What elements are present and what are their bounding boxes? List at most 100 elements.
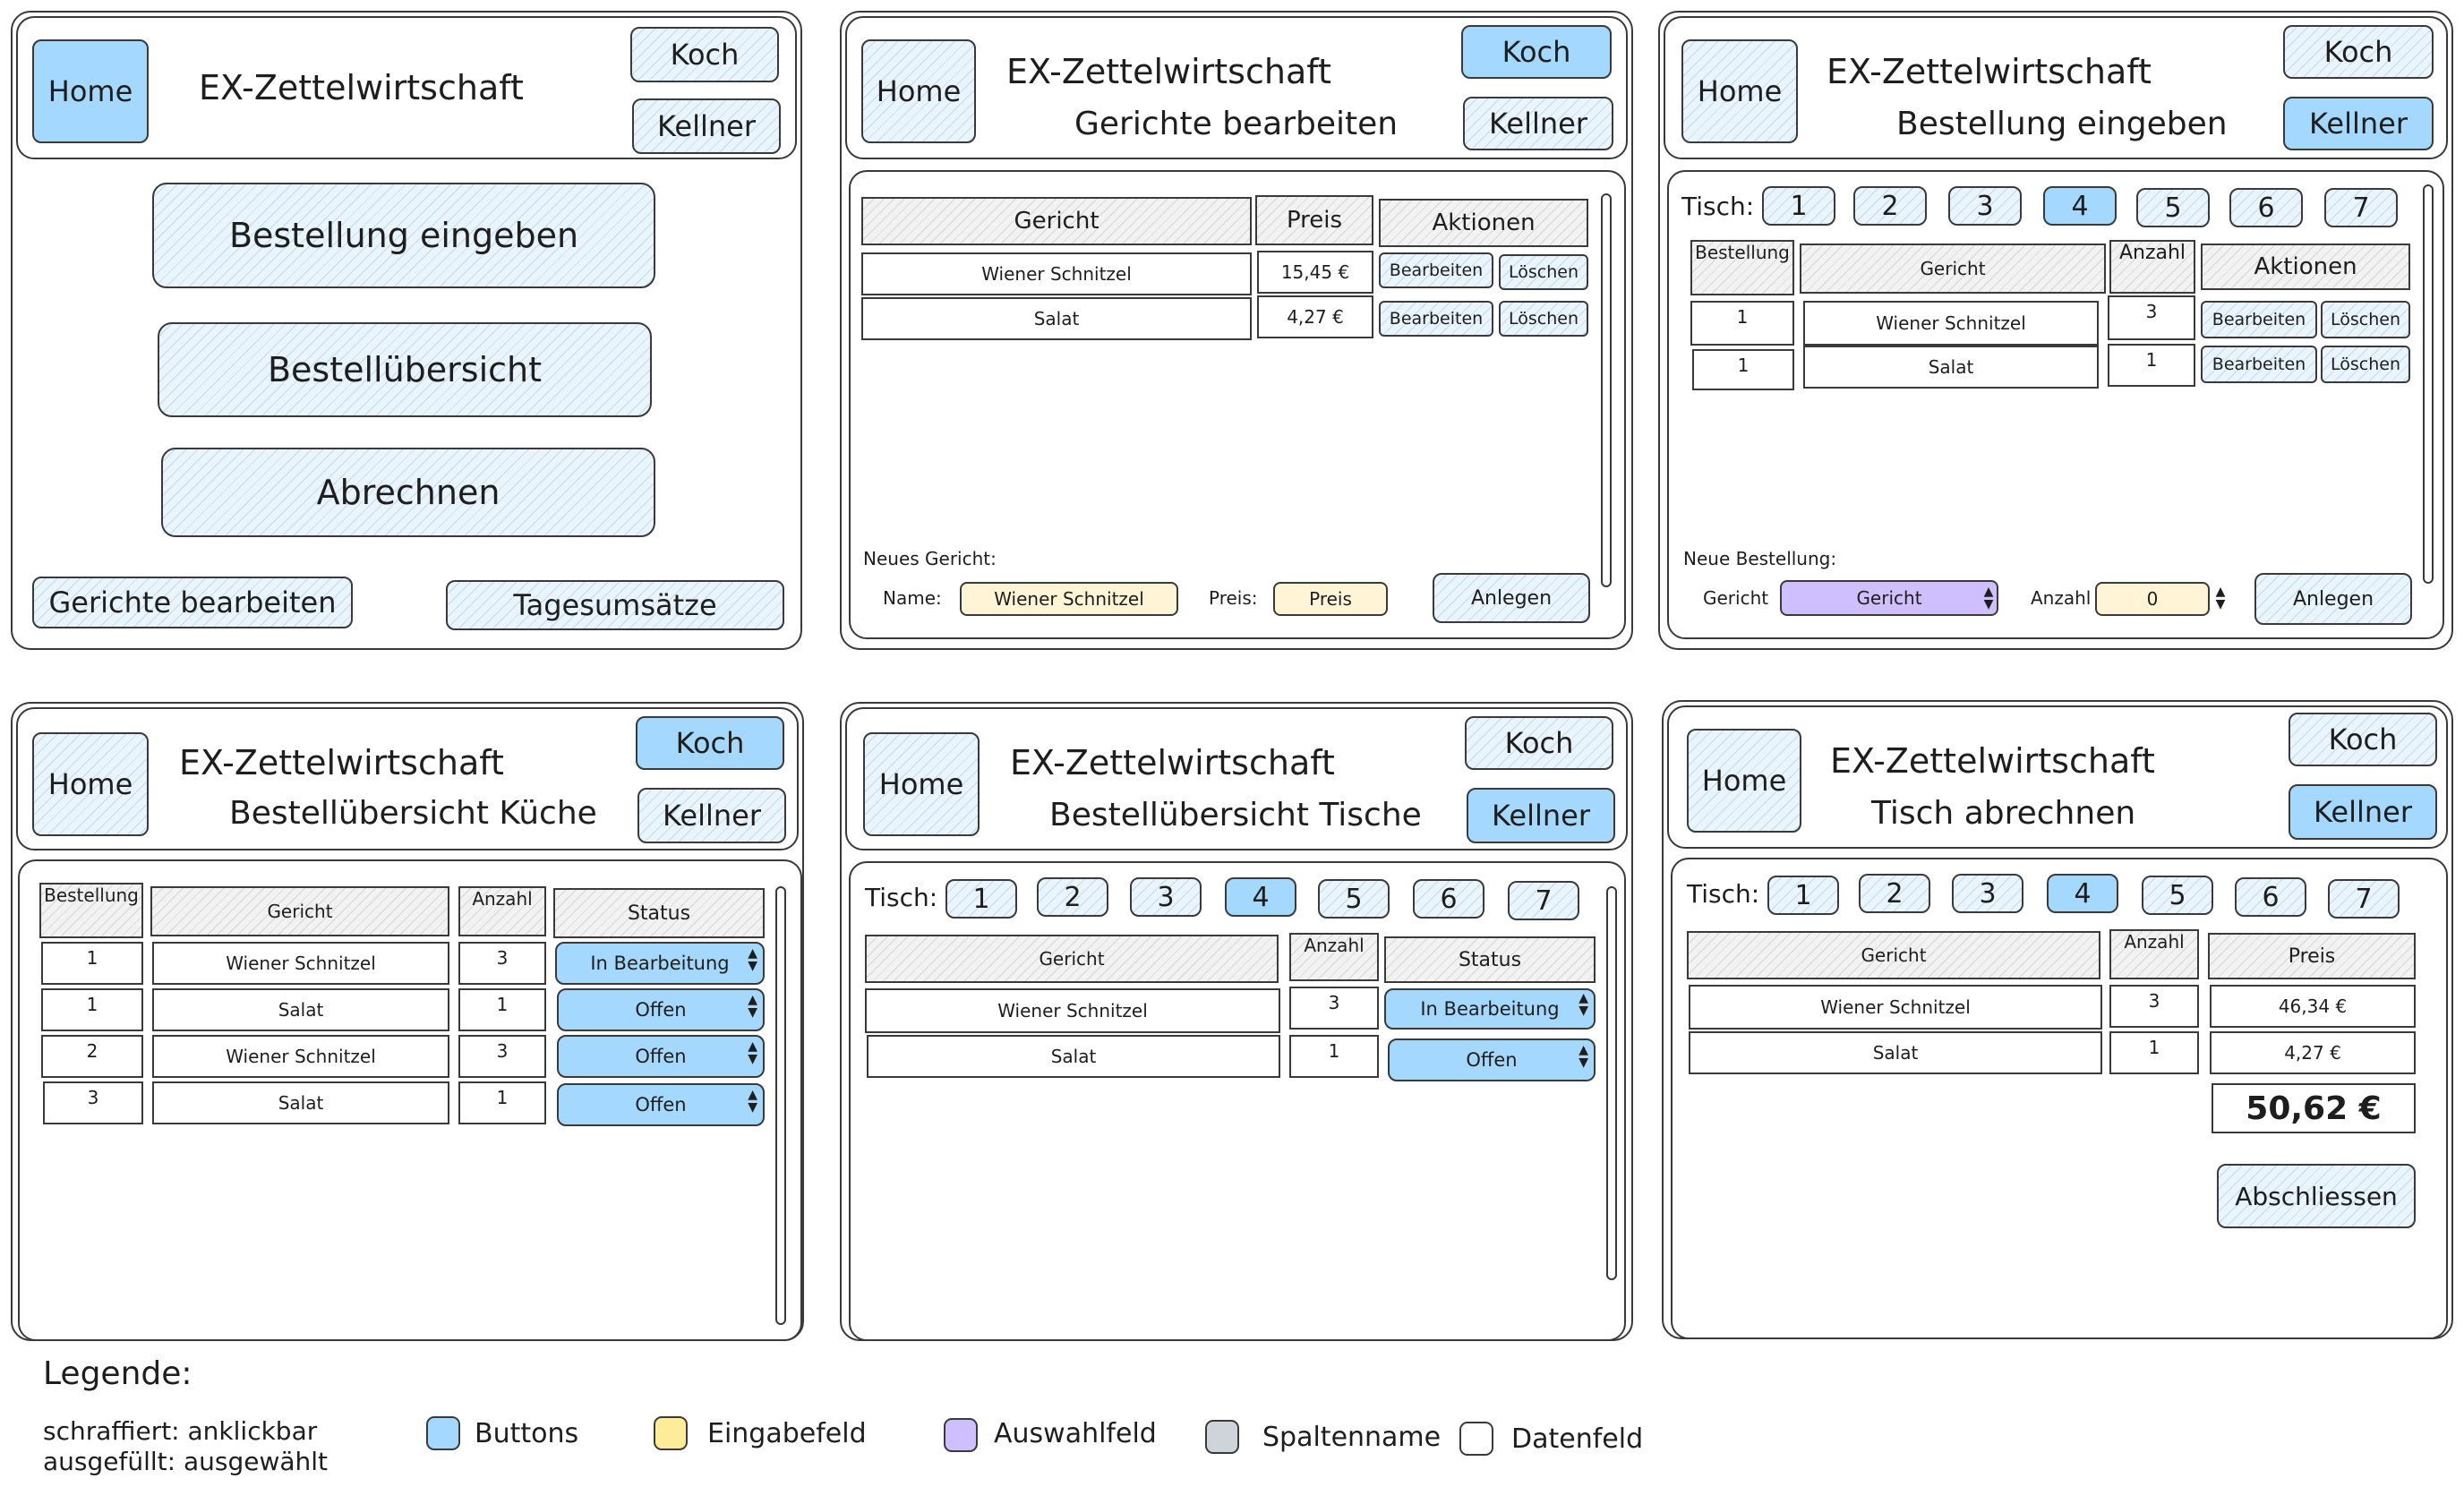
gericht-label: Gericht <box>1703 587 1769 609</box>
app-title: EX-Zettelwirtschaft <box>179 743 504 782</box>
gericht-select[interactable]: Gericht <box>1780 580 1998 616</box>
column-header-gericht: Gericht <box>1800 244 2106 294</box>
name-input[interactable]: Wiener Schnitzel <box>960 582 1178 616</box>
table-button-3[interactable]: 3 <box>1948 186 2022 226</box>
delete-button[interactable]: Löschen <box>2321 301 2410 338</box>
koch-button[interactable]: Koch <box>636 716 784 770</box>
table-button-1[interactable]: 1 <box>945 879 1017 919</box>
column-header-gericht: Gericht <box>861 197 1252 245</box>
tisch-label: Tisch: <box>865 883 938 912</box>
home-button[interactable]: Home <box>863 732 980 836</box>
table-cell-gericht: Wiener Schnitzel <box>861 252 1252 295</box>
table-cell-preis: 15,45 € <box>1257 251 1373 294</box>
status-select[interactable]: Offen ▲ ▼ <box>557 1083 765 1126</box>
koch-button[interactable]: Koch <box>630 27 779 82</box>
table-button-2[interactable]: 2 <box>1853 186 1927 226</box>
edit-button[interactable]: Bearbeiten <box>2201 346 2317 383</box>
anlegen-button[interactable]: Anlegen <box>1433 573 1590 623</box>
stepper-arrows-icon[interactable]: ▲ ▼ <box>2212 580 2229 616</box>
table-button-6[interactable]: 6 <box>1413 879 1484 919</box>
delete-button[interactable]: Löschen <box>1499 254 1588 290</box>
table-cell-anzahl: 3 <box>458 1035 546 1078</box>
scrollbar[interactable] <box>1606 886 1617 1280</box>
scrollbar[interactable] <box>2423 184 2434 584</box>
table-cell-anzahl: 1 <box>458 988 546 1031</box>
edit-button[interactable]: Bearbeiten <box>2201 301 2317 338</box>
table-button-6[interactable]: 6 <box>2235 877 2306 917</box>
table-cell-anzahl: 1 <box>1289 1035 1379 1078</box>
abrechnen-button[interactable]: Abrechnen <box>161 448 655 537</box>
home-button[interactable]: Home <box>1681 39 1798 143</box>
kellner-button[interactable]: Kellner <box>2283 97 2434 150</box>
table-button-3[interactable]: 3 <box>1952 874 2023 913</box>
koch-button[interactable]: Koch <box>1461 25 1612 79</box>
table-button-4[interactable]: 4 <box>2047 874 2118 913</box>
edit-button[interactable]: Bearbeiten <box>1379 301 1493 337</box>
bestelluebersicht-button[interactable]: Bestellübersicht <box>158 322 652 417</box>
select-arrows-icon: ▲ ▼ <box>1578 1043 1588 1070</box>
kellner-button[interactable]: Kellner <box>637 788 786 843</box>
select-arrows-icon: ▲ ▼ <box>748 946 757 973</box>
status-select[interactable]: Offen ▲ ▼ <box>557 988 765 1031</box>
column-header-aktionen: Aktionen <box>2201 244 2410 290</box>
table-button-4[interactable]: 4 <box>2043 186 2117 226</box>
edit-button[interactable]: Bearbeiten <box>1379 252 1493 288</box>
kellner-button[interactable]: Kellner <box>1467 788 1615 843</box>
column-header-gericht: Gericht <box>150 886 449 936</box>
anlegen-button[interactable]: Anlegen <box>2254 573 2412 625</box>
table-button-1[interactable]: 1 <box>1767 876 1839 915</box>
table-cell-anzahl: 1 <box>2109 1031 2199 1074</box>
table-button-5[interactable]: 5 <box>2142 876 2213 915</box>
legend-note-filled: ausgefüllt: ausgewählt <box>43 1447 329 1476</box>
select-arrows-icon[interactable]: ▲ ▼ <box>1981 580 1997 616</box>
status-select[interactable]: In Bearbeitung ▲ ▼ <box>555 942 765 985</box>
select-arrows-icon: ▲ ▼ <box>1578 991 1588 1018</box>
column-header-gericht: Gericht <box>865 935 1279 983</box>
legend-label-eingabefeld: Eingabefeld <box>707 1418 867 1449</box>
table-button-6[interactable]: 6 <box>2229 188 2303 227</box>
abschliessen-button[interactable]: Abschliessen <box>2217 1164 2416 1228</box>
table-cell-gericht: Wiener Schnitzel <box>1803 301 2099 346</box>
kellner-button[interactable]: Kellner <box>1463 97 1613 150</box>
scrollbar[interactable] <box>775 886 786 1325</box>
table-button-7[interactable]: 7 <box>2328 879 2400 919</box>
legend-label-buttons: Buttons <box>475 1418 579 1449</box>
table-button-2[interactable]: 2 <box>1859 874 1930 913</box>
koch-button[interactable]: Koch <box>2289 713 2437 766</box>
home-button[interactable]: Home <box>32 732 149 836</box>
new-dish-label: Neues Gericht: <box>863 548 997 569</box>
scrollbar[interactable] <box>1601 193 1612 587</box>
table-button-2[interactable]: 2 <box>1037 877 1108 917</box>
app-title: EX-Zettelwirtschaft <box>1830 741 2155 781</box>
kellner-button[interactable]: Kellner <box>2289 784 2437 840</box>
home-button[interactable]: Home <box>861 39 976 143</box>
home-button[interactable]: Home <box>1687 729 1801 833</box>
preis-input[interactable]: Preis <box>1273 582 1388 616</box>
table-button-4[interactable]: 4 <box>1225 877 1296 917</box>
table-button-7[interactable]: 7 <box>1508 881 1579 920</box>
table-cell-gericht: Salat <box>1689 1031 2102 1074</box>
tagesumsaetze-button[interactable]: Tagesumsätze <box>446 580 784 630</box>
delete-button[interactable]: Löschen <box>1499 301 1588 337</box>
home-button[interactable]: Home <box>32 39 149 143</box>
table-button-5[interactable]: 5 <box>2136 188 2210 227</box>
gerichte-bearbeiten-button[interactable]: Gerichte bearbeiten <box>32 577 353 628</box>
column-header-preis: Preis <box>2208 933 2416 979</box>
table-button-1[interactable]: 1 <box>1762 186 1835 226</box>
bestellung-eingeben-button[interactable]: Bestellung eingeben <box>152 183 655 288</box>
status-select[interactable]: Offen ▲ ▼ <box>557 1035 765 1078</box>
column-header-bestellung: Bestellung <box>1690 240 1794 295</box>
table-button-7[interactable]: 7 <box>2324 188 2398 227</box>
koch-button[interactable]: Koch <box>2283 25 2434 79</box>
status-select[interactable]: Offen ▲ ▼ <box>1388 1038 1596 1081</box>
koch-button[interactable]: Koch <box>1465 716 1613 770</box>
status-select[interactable]: In Bearbeitung ▲ ▼ <box>1384 988 1596 1030</box>
table-button-3[interactable]: 3 <box>1130 877 1202 917</box>
table-cell-gericht: Wiener Schnitzel <box>152 1035 449 1078</box>
table-cell-anzahl: 3 <box>1289 987 1379 1030</box>
anzahl-input[interactable]: 0 <box>2095 582 2210 616</box>
table-button-5[interactable]: 5 <box>1318 879 1390 919</box>
kellner-button[interactable]: Kellner <box>632 98 781 154</box>
table-cell-gericht: Salat <box>867 1035 1280 1078</box>
delete-button[interactable]: Löschen <box>2321 346 2410 383</box>
